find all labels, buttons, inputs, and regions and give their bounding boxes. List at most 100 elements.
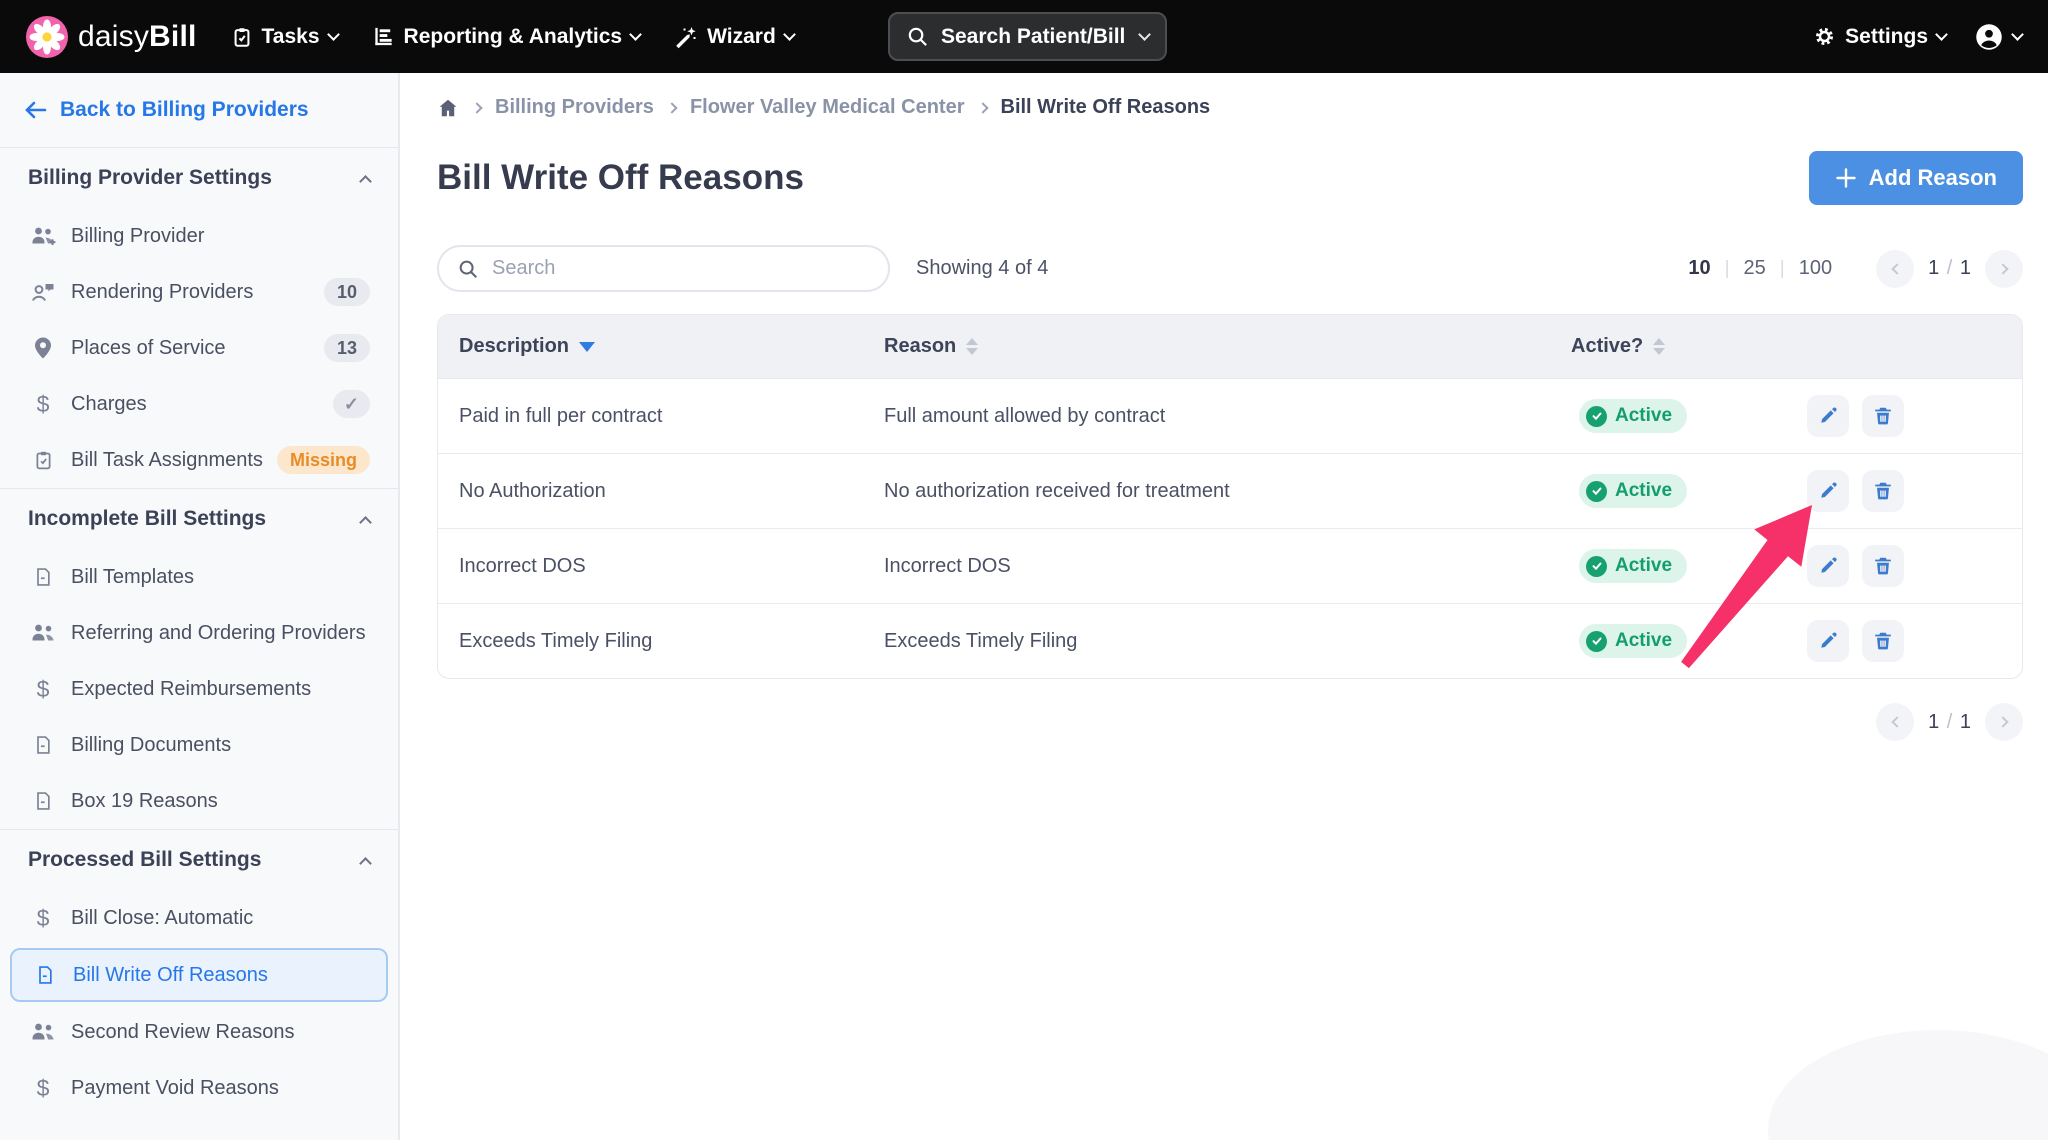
cell-description: Exceeds Timely Filing bbox=[459, 629, 653, 652]
chart-icon bbox=[372, 25, 395, 48]
count-badge: 13 bbox=[323, 334, 370, 362]
section-title: Billing Provider Settings bbox=[28, 166, 272, 189]
sidebar-item-referring-ordering-providers[interactable]: Referring and Ordering Providers bbox=[0, 605, 398, 661]
nav-settings[interactable]: Settings bbox=[1813, 25, 1948, 49]
per-page-option-10[interactable]: 10 bbox=[1688, 257, 1710, 280]
sidebar-item-rendering-providers[interactable]: Rendering Providers 10 bbox=[0, 264, 398, 320]
pagination-controls: 10 | 25 | 100 1 / 1 bbox=[1688, 249, 2023, 288]
search-box bbox=[437, 245, 890, 292]
sidebar-item-label: Bill Templates bbox=[71, 565, 195, 588]
section-header-billing-provider-settings[interactable]: Billing Provider Settings bbox=[0, 148, 398, 208]
chevron-right-icon bbox=[1996, 262, 2009, 275]
edit-button[interactable] bbox=[1807, 620, 1849, 662]
sidebar-item-bill-write-off-reasons[interactable]: Bill Write Off Reasons bbox=[10, 948, 388, 1002]
nav-reporting-analytics[interactable]: Reporting & Analytics bbox=[372, 24, 642, 49]
page-indicator: 1 / 1 bbox=[1928, 257, 1971, 279]
section-header-processed-bill-settings[interactable]: Processed Bill Settings bbox=[0, 830, 398, 890]
write-off-reasons-table: Description Reason Active? Paid in full … bbox=[437, 314, 2023, 679]
column-label: Active? bbox=[1571, 335, 1644, 357]
table-row: Exceeds Timely Filing Exceeds Timely Fil… bbox=[438, 603, 2022, 678]
cell-reason: No authorization received for treatment bbox=[884, 479, 1230, 502]
per-page-option-25[interactable]: 25 bbox=[1744, 257, 1766, 280]
sidebar-item-label: Rendering Providers bbox=[71, 280, 254, 303]
pager: 1 / 1 bbox=[1876, 249, 2023, 288]
column-header-active[interactable]: Active? bbox=[1571, 335, 1751, 358]
main-content: Billing Providers Flower Valley Medical … bbox=[400, 73, 2048, 1140]
sidebar-item-expected-reimbursements[interactable]: $ Expected Reimbursements bbox=[0, 661, 398, 717]
nav-tasks[interactable]: Tasks bbox=[231, 25, 340, 49]
sidebar-item-bill-templates[interactable]: Bill Templates bbox=[0, 549, 398, 605]
chevron-left-icon bbox=[1890, 262, 1903, 275]
people-plus-icon bbox=[28, 225, 58, 247]
back-to-billing-providers-link[interactable]: Back to Billing Providers bbox=[0, 73, 398, 147]
location-pin-icon bbox=[28, 336, 58, 360]
edit-button[interactable] bbox=[1807, 395, 1849, 437]
patient-bill-search-button[interactable]: Search Patient/Bill bbox=[888, 12, 1167, 61]
section-header-incomplete-bill-settings[interactable]: Incomplete Bill Settings bbox=[0, 489, 398, 549]
pencil-icon bbox=[1821, 407, 1837, 423]
app-root: daisyBill Tasks Reporting & Analytics Wi… bbox=[0, 0, 2048, 1140]
sidebar-item-charges[interactable]: $ Charges ✓ bbox=[0, 376, 398, 432]
sidebar-item-bill-task-assignments[interactable]: Bill Task Assignments Missing bbox=[0, 432, 398, 488]
edit-button[interactable] bbox=[1807, 470, 1849, 512]
sidebar-item-bill-close-automatic[interactable]: $ Bill Close: Automatic bbox=[0, 890, 398, 946]
sidebar-item-places-of-service[interactable]: Places of Service 13 bbox=[0, 320, 398, 376]
cell-actions bbox=[1751, 545, 2022, 587]
column-header-description[interactable]: Description bbox=[438, 335, 884, 358]
divider: | bbox=[1724, 257, 1730, 279]
sidebar-item-box-19-reasons[interactable]: Box 19 Reasons bbox=[0, 773, 398, 829]
check-circle-icon bbox=[1586, 480, 1607, 502]
status-badge: Active bbox=[1579, 624, 1688, 658]
top-navbar: daisyBill Tasks Reporting & Analytics Wi… bbox=[0, 0, 2048, 73]
sidebar-item-label: Second Review Reasons bbox=[71, 1020, 295, 1043]
check-circle-icon bbox=[1586, 405, 1607, 427]
check-circle-icon bbox=[1586, 630, 1607, 652]
sidebar-item-label: Charges bbox=[71, 392, 147, 415]
chevron-up-icon bbox=[359, 515, 372, 529]
home-icon[interactable] bbox=[437, 97, 459, 119]
breadcrumb-flower-valley-medical-center[interactable]: Flower Valley Medical Center bbox=[690, 96, 965, 119]
prev-page-button[interactable] bbox=[1876, 703, 1915, 741]
trash-icon bbox=[1875, 632, 1891, 650]
nav-wizard-label: Wizard bbox=[707, 24, 776, 48]
next-page-button[interactable] bbox=[1985, 703, 2023, 741]
section-title: Incomplete Bill Settings bbox=[28, 507, 267, 530]
sidebar-item-billing-provider[interactable]: Billing Provider bbox=[0, 208, 398, 264]
prev-page-button[interactable] bbox=[1876, 249, 1915, 288]
count-badge: 10 bbox=[323, 278, 370, 306]
search-input[interactable] bbox=[490, 256, 870, 281]
sidebar-item-label: Billing Documents bbox=[71, 733, 232, 756]
nav-account[interactable] bbox=[1974, 22, 2024, 52]
per-page-option-100[interactable]: 100 bbox=[1799, 257, 1832, 280]
delete-button[interactable] bbox=[1862, 470, 1904, 512]
nav-reporting-label: Reporting & Analytics bbox=[403, 24, 623, 48]
column-header-reason[interactable]: Reason bbox=[884, 335, 1571, 358]
delete-button[interactable] bbox=[1862, 620, 1904, 662]
next-page-button[interactable] bbox=[1985, 249, 2023, 288]
brand-logo[interactable]: daisyBill bbox=[26, 15, 197, 58]
delete-button[interactable] bbox=[1862, 545, 1904, 587]
sidebar-item-billing-documents[interactable]: Billing Documents bbox=[0, 717, 398, 773]
nav-wizard[interactable]: Wizard bbox=[674, 24, 796, 49]
missing-badge: Missing bbox=[276, 446, 370, 474]
sidebar: Back to Billing Providers Billing Provid… bbox=[0, 73, 400, 1140]
sort-icon bbox=[1653, 338, 1666, 355]
brand-name: daisyBill bbox=[78, 19, 197, 53]
edit-button[interactable] bbox=[1807, 545, 1849, 587]
sidebar-item-label: Box 19 Reasons bbox=[71, 789, 218, 812]
search-icon bbox=[459, 260, 477, 278]
breadcrumb-billing-providers[interactable]: Billing Providers bbox=[495, 96, 654, 119]
status-badge: Active bbox=[1579, 399, 1688, 433]
section-title: Processed Bill Settings bbox=[28, 848, 262, 871]
add-reason-button[interactable]: Add Reason bbox=[1808, 151, 2023, 205]
search-icon bbox=[908, 27, 927, 46]
sidebar-item-payment-void-reasons[interactable]: $ Payment Void Reasons bbox=[0, 1060, 398, 1116]
table-header-row: Description Reason Active? bbox=[438, 315, 2022, 378]
chevron-down-icon bbox=[629, 28, 642, 41]
delete-button[interactable] bbox=[1862, 395, 1904, 437]
arrow-left-icon bbox=[25, 101, 47, 119]
cell-description: No Authorization bbox=[459, 479, 606, 502]
sidebar-item-label: Places of Service bbox=[71, 336, 226, 359]
cell-actions bbox=[1751, 620, 2022, 662]
sidebar-item-second-review-reasons[interactable]: Second Review Reasons bbox=[0, 1004, 398, 1060]
